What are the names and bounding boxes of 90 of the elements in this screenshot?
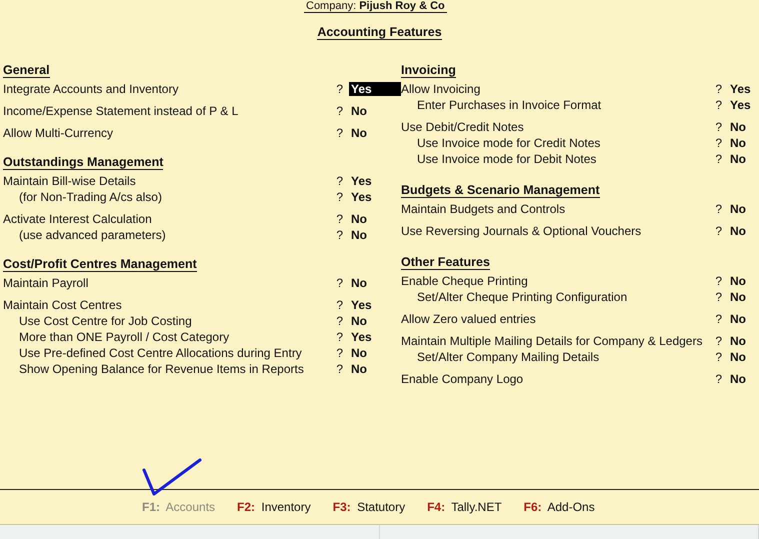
option-value[interactable]: Yes xyxy=(349,82,401,96)
question-mark: ? xyxy=(336,362,343,376)
question-mark: ? xyxy=(715,82,722,96)
section-heading: Budgets & Scenario Management xyxy=(401,183,600,198)
section-heading: Invoicing xyxy=(401,63,456,78)
option-label: Maintain Cost Centres xyxy=(3,298,123,312)
function-key-button[interactable]: F3: Statutory xyxy=(332,500,406,514)
function-key-button[interactable]: F2: Inventory xyxy=(237,500,311,514)
option-label: Allow Invoicing xyxy=(401,82,480,96)
question-mark: ? xyxy=(336,82,343,96)
company-heading: Company: Pijush Roy & Co xyxy=(304,0,447,13)
option-label: More than ONE Payroll / Cost Category xyxy=(19,330,230,344)
question-mark: ? xyxy=(715,136,722,150)
section-heading: Cost/Profit Centres Management xyxy=(3,257,197,272)
option-label: Activate Interest Calculation xyxy=(3,212,153,226)
question-mark: ? xyxy=(715,202,722,216)
option-label: Set/Alter Company Mailing Details xyxy=(417,350,600,364)
question-mark: ? xyxy=(715,120,722,134)
option-label: Use Cost Centre for Job Costing xyxy=(19,314,193,328)
option-label: Use Reversing Journals & Optional Vouchers xyxy=(401,224,642,238)
option-label: Use Pre-defined Cost Centre Allocations during Entry xyxy=(19,346,303,360)
option-value[interactable]: No xyxy=(728,152,756,166)
section-heading: Other Features xyxy=(401,255,490,270)
option-label: Enable Company Logo xyxy=(401,372,524,386)
option-value[interactable]: No xyxy=(728,350,756,364)
question-mark: ? xyxy=(336,298,343,312)
option-label: Allow Zero valued entries xyxy=(401,312,536,326)
option-value[interactable]: No xyxy=(728,120,756,134)
question-mark: ? xyxy=(715,350,722,364)
question-mark: ? xyxy=(715,372,722,386)
option-value[interactable]: No xyxy=(349,346,401,360)
question-mark: ? xyxy=(336,330,343,344)
option-value[interactable]: No xyxy=(349,276,401,290)
option-value[interactable]: No xyxy=(349,104,401,118)
option-label: Use Debit/Credit Notes xyxy=(401,120,524,134)
question-mark: ? xyxy=(715,290,722,304)
option-label: Maintain Payroll xyxy=(3,276,90,290)
option-label: Maintain Multiple Mailing Details for Company & Ledgers xyxy=(401,334,702,348)
option-value[interactable]: No xyxy=(728,372,756,386)
option-value[interactable]: Yes xyxy=(728,82,756,96)
option-label: Set/Alter Cheque Printing Configuration xyxy=(417,290,628,304)
option-value[interactable]: No xyxy=(728,224,756,238)
option-value[interactable]: Yes xyxy=(349,190,401,204)
question-mark: ? xyxy=(336,104,343,118)
option-label: Show Opening Balance for Revenue Items in Reports xyxy=(19,362,305,376)
option-value[interactable]: Yes xyxy=(349,174,401,188)
option-label: Allow Multi-Currency xyxy=(3,126,114,140)
option-value[interactable]: No xyxy=(349,314,401,328)
option-label: Integrate Accounts and Inventory xyxy=(3,82,180,96)
question-mark: ? xyxy=(715,334,722,348)
question-mark: ? xyxy=(336,174,343,188)
option-value[interactable]: No xyxy=(728,202,756,216)
option-value[interactable]: Yes xyxy=(728,98,756,112)
question-mark: ? xyxy=(336,346,343,360)
option-value[interactable]: No xyxy=(349,126,401,140)
option-label: Enter Purchases in Invoice Format xyxy=(417,98,602,112)
question-mark: ? xyxy=(336,228,343,242)
function-key-button[interactable]: F6: Add-Ons xyxy=(524,500,595,514)
question-mark: ? xyxy=(715,98,722,112)
option-label: Use Invoice mode for Credit Notes xyxy=(417,136,600,150)
option-value[interactable]: No xyxy=(349,212,401,226)
question-mark: ? xyxy=(336,212,343,226)
question-mark: ? xyxy=(715,152,722,166)
question-mark: ? xyxy=(336,314,343,328)
option-label: Enable Cheque Printing xyxy=(401,274,528,288)
question-mark: ? xyxy=(715,312,722,326)
function-key-button[interactable]: F4: Tally.NET xyxy=(427,500,502,514)
option-value[interactable]: Yes xyxy=(349,298,401,312)
option-label: Maintain Bill-wise Details xyxy=(3,174,137,188)
question-mark: ? xyxy=(336,126,343,140)
option-label: Maintain Budgets and Controls xyxy=(401,202,566,216)
option-value[interactable]: No xyxy=(349,228,401,242)
question-mark: ? xyxy=(336,190,343,204)
section-heading: Outstandings Management xyxy=(3,155,164,170)
option-label: Use Invoice mode for Debit Notes xyxy=(417,152,596,166)
question-mark: ? xyxy=(336,276,343,290)
option-label: Income/Expense Statement instead of P & L xyxy=(3,104,240,118)
option-label: (for Non-Trading A/cs also) xyxy=(19,190,163,204)
option-value[interactable]: Yes xyxy=(349,330,401,344)
option-value[interactable]: No xyxy=(728,274,756,288)
option-value[interactable]: No xyxy=(349,362,401,376)
screen-title: Accounting Features xyxy=(317,25,442,40)
option-value[interactable]: No xyxy=(728,312,756,326)
option-value[interactable]: No xyxy=(728,136,756,150)
option-value[interactable]: No xyxy=(728,334,756,348)
option-value[interactable]: No xyxy=(728,290,756,304)
option-label: (use advanced parameters) xyxy=(19,228,167,242)
question-mark: ? xyxy=(715,274,722,288)
question-mark: ? xyxy=(715,224,722,238)
section-heading: General xyxy=(3,63,50,78)
